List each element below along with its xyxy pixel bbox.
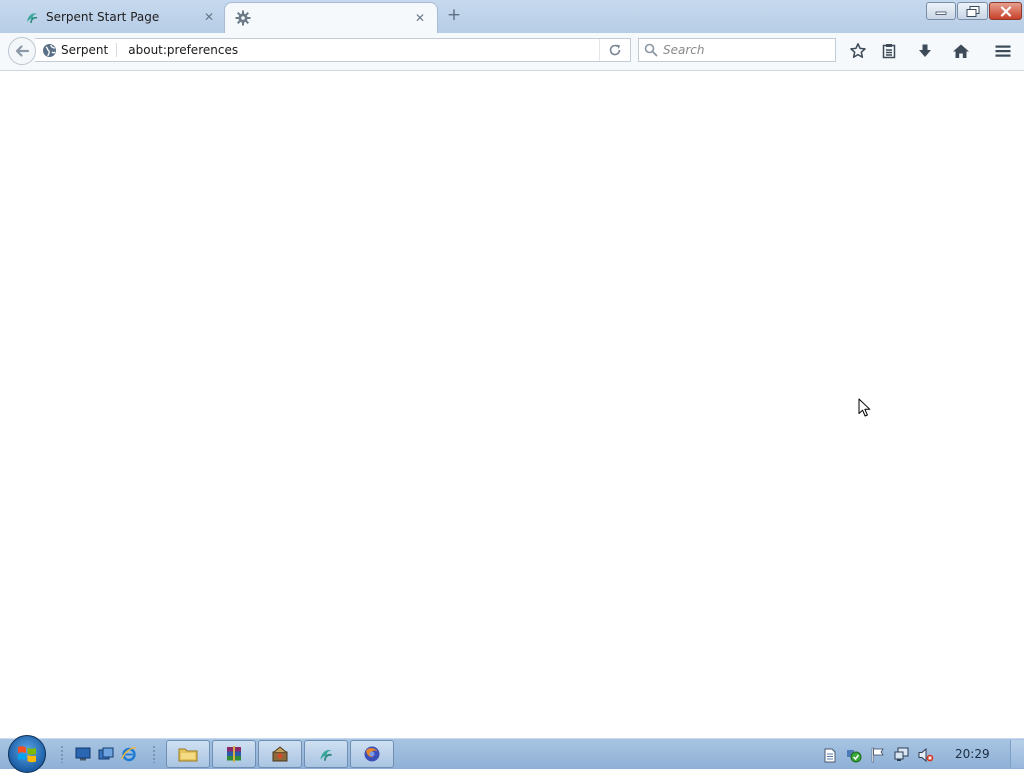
plus-icon: + — [446, 5, 462, 25]
restore-icon — [966, 5, 979, 17]
switch-windows-icon — [98, 747, 114, 760]
tray-network[interactable] — [894, 747, 910, 763]
search-bar[interactable] — [638, 38, 836, 62]
tray-action-center[interactable] — [870, 747, 886, 763]
show-desktop-button[interactable] — [1010, 740, 1024, 768]
hamburger-menu-icon — [995, 45, 1011, 57]
bookmark-page-button[interactable] — [848, 41, 868, 61]
home-button[interactable] — [951, 41, 971, 61]
network-icon — [894, 747, 909, 761]
taskbar-file-explorer[interactable] — [166, 740, 210, 768]
volume-muted-icon — [918, 747, 934, 763]
taskbar-grip[interactable] — [152, 745, 156, 763]
restore-button[interactable] — [957, 2, 988, 20]
bookmark-star-icon — [850, 43, 866, 58]
show-desktop-quicklaunch[interactable] — [74, 745, 92, 763]
tray-document[interactable] — [822, 747, 838, 763]
new-tab-button[interactable]: + — [445, 7, 463, 25]
bookmarks-list-icon — [882, 44, 896, 59]
page-content-area — [0, 71, 1024, 738]
taskbar-firefox[interactable] — [350, 740, 394, 768]
back-button[interactable] — [8, 37, 36, 65]
tray-security[interactable] — [846, 747, 862, 763]
close-tab-icon[interactable]: ✕ — [413, 11, 427, 25]
installer-icon — [272, 746, 288, 762]
minimize-button[interactable] — [926, 2, 956, 20]
serpent-logo-icon — [24, 9, 40, 25]
back-arrow-icon — [15, 45, 30, 57]
taskbar-grip[interactable] — [60, 745, 64, 763]
url-text[interactable]: about:preferences — [128, 43, 599, 57]
reload-icon — [609, 44, 621, 56]
navigation-toolbar: Serpent about:preferences — [0, 33, 1024, 71]
gear-icon — [235, 10, 251, 26]
windows-logo-icon — [18, 746, 36, 763]
download-arrow-icon — [919, 44, 931, 57]
close-window-button[interactable] — [989, 2, 1022, 20]
tab-preferences[interactable]: ✕ — [224, 2, 438, 33]
start-button[interactable] — [8, 735, 46, 773]
search-input[interactable] — [663, 43, 823, 57]
browser-tab-strip: Serpent Start Page ✕ ✕ + — [0, 0, 1024, 34]
taskbar-winrar[interactable] — [212, 740, 256, 768]
taskbar-serpent-browser[interactable] — [304, 740, 348, 768]
file-explorer-icon — [178, 748, 198, 762]
internet-explorer-icon — [121, 747, 137, 762]
tray-volume[interactable] — [918, 747, 934, 763]
firefox-icon — [364, 746, 380, 762]
winrar-icon — [227, 746, 241, 762]
home-icon — [953, 44, 969, 58]
site-identity-label[interactable]: Serpent — [61, 43, 118, 57]
globe-icon — [42, 43, 57, 58]
search-icon — [644, 42, 660, 58]
open-menu-button[interactable] — [993, 41, 1013, 61]
internet-explorer-quicklaunch[interactable] — [120, 745, 138, 763]
mouse-pointer-icon — [858, 398, 871, 417]
switch-windows-quicklaunch[interactable] — [97, 745, 115, 763]
address-bar[interactable]: Serpent about:preferences — [35, 38, 631, 62]
show-desktop-icon — [75, 747, 91, 761]
security-shield-icon — [847, 750, 862, 763]
windows-taskbar: 20:29 — [0, 735, 1024, 773]
close-icon — [1000, 5, 1011, 17]
taskbar-clock[interactable]: 20:29 — [955, 747, 990, 761]
minimize-icon — [935, 11, 947, 15]
downloads-button[interactable] — [915, 41, 935, 61]
tab-label: Serpent Start Page — [46, 10, 160, 24]
tab-serpent-start-page[interactable]: Serpent Start Page ✕ — [14, 2, 226, 32]
reload-button[interactable] — [599, 39, 630, 61]
serpent-browser-icon — [320, 749, 332, 761]
action-center-flag-icon — [871, 747, 884, 763]
taskbar-installer[interactable] — [258, 740, 302, 768]
bookmarks-menu-button[interactable] — [879, 41, 899, 61]
close-tab-icon[interactable]: ✕ — [202, 10, 216, 24]
document-icon — [824, 748, 836, 762]
